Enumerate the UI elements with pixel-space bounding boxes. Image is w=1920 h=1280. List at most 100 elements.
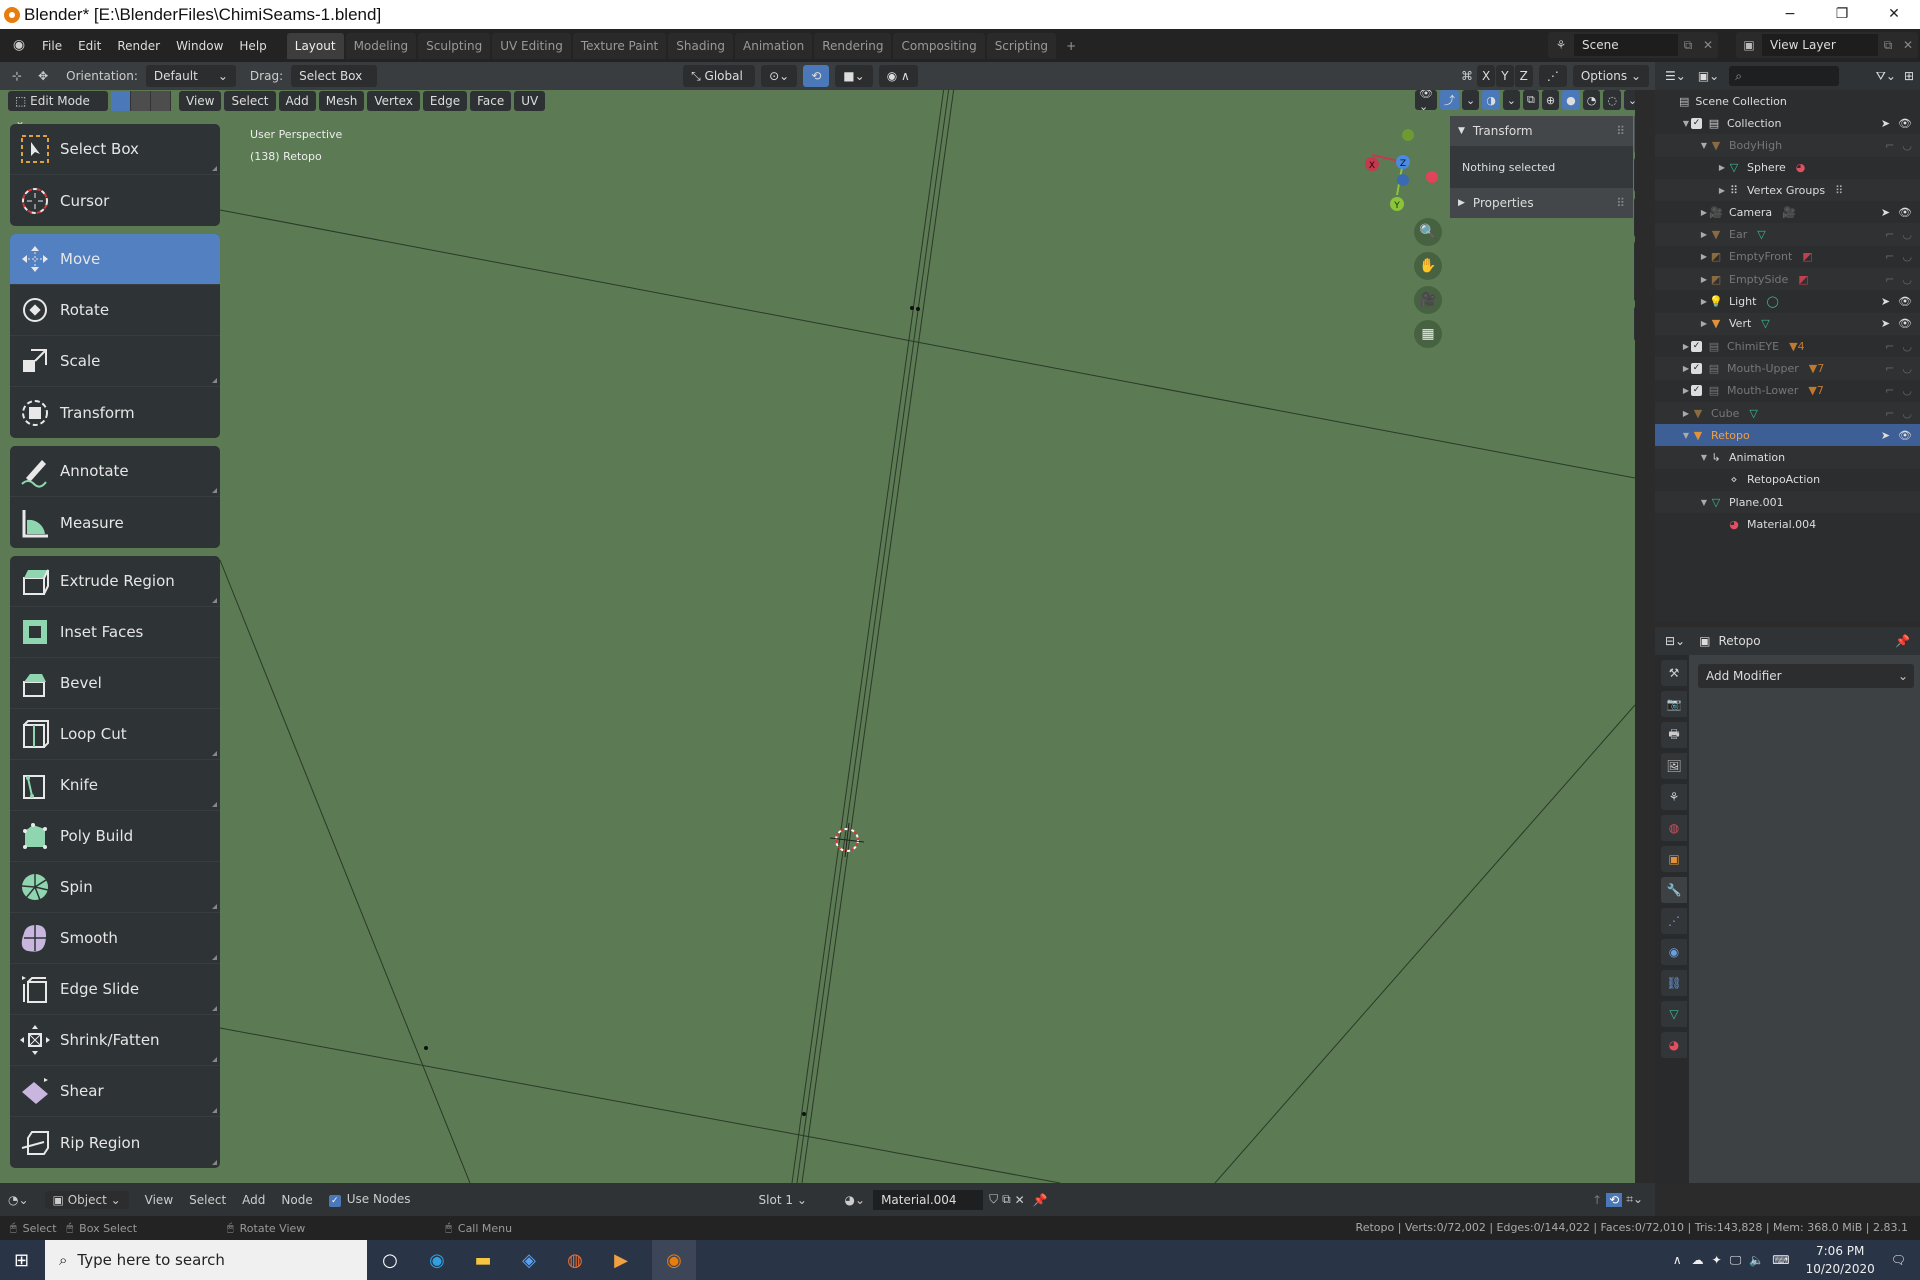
view-layer-field[interactable]: View Layer: [1762, 34, 1878, 56]
collapse-arrow-icon[interactable]: ▶: [1717, 163, 1727, 172]
mirror-x-button[interactable]: X: [1477, 65, 1496, 87]
tool-transform[interactable]: Transform: [10, 387, 220, 438]
expand-arrow-icon[interactable]: ▼: [1681, 119, 1691, 128]
restore-button[interactable]: ❐: [1816, 0, 1868, 29]
visibility-toggle-icon[interactable]: 👁: [1898, 429, 1912, 442]
tab-modeling[interactable]: Modeling: [345, 32, 417, 59]
menu-help[interactable]: Help: [231, 39, 274, 53]
collapse-arrow-icon[interactable]: ▶: [1699, 319, 1709, 328]
sidebar-tab-3d-print[interactable]: 3D-Print: [1634, 241, 1635, 302]
tool-poly-build[interactable]: Poly Build: [10, 811, 220, 862]
tool-variants-indicator-icon[interactable]: [212, 166, 217, 171]
tab-modifiers[interactable]: 🔧: [1661, 877, 1687, 903]
tab-rendering[interactable]: Rendering: [814, 32, 892, 59]
tool-edge-slide[interactable]: Edge Slide: [10, 964, 220, 1015]
tool-variants-indicator-icon[interactable]: [212, 1057, 217, 1062]
outliner-row-mouth-lower[interactable]: ▶ ✓ ▤ Mouth-Lower ▼7 ⌐ ◡: [1655, 380, 1920, 402]
tool-select-box[interactable]: Select Box: [10, 124, 220, 175]
rendered-shading-button[interactable]: ◌: [1603, 90, 1621, 110]
child-count-badge[interactable]: ▼4: [1789, 340, 1804, 353]
tab-data[interactable]: ▽: [1661, 1001, 1687, 1027]
outliner-row-animation[interactable]: ▼ ↳ Animation: [1655, 446, 1920, 469]
minimize-button[interactable]: −: [1764, 0, 1816, 29]
edge-browser-icon[interactable]: ◉: [422, 1246, 452, 1274]
expand-arrow-icon[interactable]: ▼: [1699, 498, 1709, 507]
selectable-toggle-icon[interactable]: ⌐: [1885, 340, 1894, 353]
visibility-toggle-icon[interactable]: ◡: [1902, 407, 1912, 420]
outliner-row-camera[interactable]: ▶ 🎥 Camera 🎥 ➤ 👁: [1655, 201, 1920, 223]
zoom-view-button[interactable]: 🔍: [1414, 218, 1442, 246]
expand-arrow-icon[interactable]: ▼: [1699, 453, 1709, 462]
outliner-row-collection[interactable]: ▼ ✓ ▤ Collection ➤ 👁: [1655, 112, 1920, 134]
expand-arrow-icon[interactable]: ▼: [1681, 431, 1691, 440]
snap-target-dropdown[interactable]: ■⌄: [835, 65, 873, 87]
visibility-toggle-icon[interactable]: ◡: [1902, 362, 1912, 375]
collapse-arrow-icon[interactable]: ▶: [1681, 342, 1691, 351]
filter-icon[interactable]: ⛛⌄: [1876, 69, 1896, 84]
selectable-toggle-icon[interactable]: ➤: [1881, 206, 1890, 219]
fake-user-icon[interactable]: ⛉: [989, 1192, 998, 1207]
editor-type-icon[interactable]: ⊟⌄: [1665, 634, 1685, 648]
tool-variants-indicator-icon[interactable]: [212, 488, 217, 493]
tab-material[interactable]: ◕: [1661, 1032, 1687, 1058]
outliner-row-emptyfront[interactable]: ▶ ◩ EmptyFront ◩ ⌐ ◡: [1655, 246, 1920, 268]
drag-handle-icon[interactable]: ⠿: [1616, 124, 1625, 138]
xray-toggle[interactable]: ⧉: [1523, 90, 1539, 110]
collapse-arrow-icon[interactable]: ▶: [1699, 252, 1709, 261]
child-data-icon[interactable]: ▽: [1749, 407, 1757, 420]
outliner-row-mouth-upper[interactable]: ▶ ✓ ▤ Mouth-Upper ▼7 ⌐ ◡: [1655, 357, 1920, 380]
outliner-row-light[interactable]: ▶ 💡 Light ◯ ➤ 👁: [1655, 290, 1920, 312]
use-nodes-checkbox[interactable]: ✓ Use Nodes: [328, 1192, 411, 1207]
outliner-row-vertex-groups[interactable]: ▶ ⠿ Vertex Groups ⠿: [1655, 178, 1920, 202]
selectable-toggle-icon[interactable]: ➤: [1881, 317, 1890, 330]
tab-render[interactable]: 📷: [1661, 691, 1687, 717]
menu-render[interactable]: Render: [109, 39, 168, 53]
visibility-toggle-icon[interactable]: 👁: [1898, 317, 1912, 330]
transform-section-header[interactable]: ▼ Transform ⠿: [1450, 116, 1633, 146]
exclude-checkbox[interactable]: ✓: [1691, 340, 1702, 352]
child-data-icon[interactable]: ◩: [1802, 250, 1812, 263]
tab-output[interactable]: 🖶: [1661, 722, 1687, 748]
mirror-z-button[interactable]: Z: [1514, 65, 1533, 87]
new-material-icon[interactable]: ⧉: [1002, 1192, 1011, 1207]
gizmo-neg-x-handle[interactable]: [1426, 171, 1438, 183]
overlay-dropdown[interactable]: ⌄: [1502, 90, 1521, 110]
solid-shading-button[interactable]: ●: [1562, 90, 1580, 110]
visibility-toggle-icon[interactable]: ◡: [1902, 340, 1912, 353]
scene-selector[interactable]: ⚘ Scene ⧉ ✕: [1548, 32, 1718, 58]
sidebar-tab-tool[interactable]: Tool: [1634, 157, 1635, 193]
3d-viewport[interactable]: ⬚ Edit Mode ⌄ View Select Add Mesh Vertex Edg…: [0, 90, 1635, 1183]
selectable-toggle-icon[interactable]: ⌐: [1885, 250, 1894, 263]
tool-smooth[interactable]: Smooth: [10, 913, 220, 964]
selectable-toggle-icon[interactable]: ➤: [1881, 117, 1890, 130]
visibility-toggle-icon[interactable]: ◡: [1902, 139, 1912, 152]
exclude-checkbox[interactable]: ✓: [1691, 385, 1702, 397]
child-data-icon[interactable]: ▽: [1761, 317, 1769, 330]
tool-scale[interactable]: Scale: [10, 336, 220, 387]
tab-constraints[interactable]: ⛓: [1661, 970, 1687, 996]
tab-uv-editing[interactable]: UV Editing: [492, 32, 571, 59]
node-menu-add[interactable]: Add: [242, 1193, 265, 1207]
tab-physics[interactable]: ◉: [1661, 939, 1687, 965]
tool-annotate[interactable]: Annotate: [10, 446, 220, 497]
blender-menu-icon[interactable]: ◉: [8, 37, 30, 55]
tab-compositing[interactable]: Compositing: [893, 32, 985, 59]
outliner-row-emptyside[interactable]: ▶ ◩ EmptySide ◩ ⌐ ◡: [1655, 268, 1920, 291]
new-scene-icon[interactable]: ⧉: [1678, 38, 1698, 53]
visibility-toggle-icon[interactable]: ◡: [1902, 250, 1912, 263]
snap-toggle[interactable]: ⟲: [803, 65, 830, 87]
tab-tool[interactable]: ⚒: [1661, 660, 1687, 686]
properties-section-header[interactable]: ▶ Properties ⠿: [1450, 188, 1633, 218]
selectable-toggle-icon[interactable]: ⌐: [1885, 228, 1894, 241]
display-mode-icon[interactable]: ▣⌄: [1698, 69, 1719, 83]
outliner-row-material-004[interactable]: ◕ Material.004: [1655, 513, 1920, 535]
collapse-arrow-icon[interactable]: ▶: [1681, 409, 1691, 418]
tool-variants-indicator-icon[interactable]: [212, 1160, 217, 1165]
parent-node-tree-icon[interactable]: ↑: [1592, 1193, 1602, 1207]
gizmo-dropdown[interactable]: ⌄: [1461, 90, 1480, 110]
tab-sculpting[interactable]: Sculpting: [418, 32, 491, 59]
tool-icon[interactable]: ⊹: [12, 69, 22, 83]
overlay-toggle[interactable]: ◑: [1482, 90, 1500, 110]
selectable-toggle-icon[interactable]: ➤: [1881, 295, 1890, 308]
mirror-icon[interactable]: ⌘: [1461, 69, 1473, 83]
